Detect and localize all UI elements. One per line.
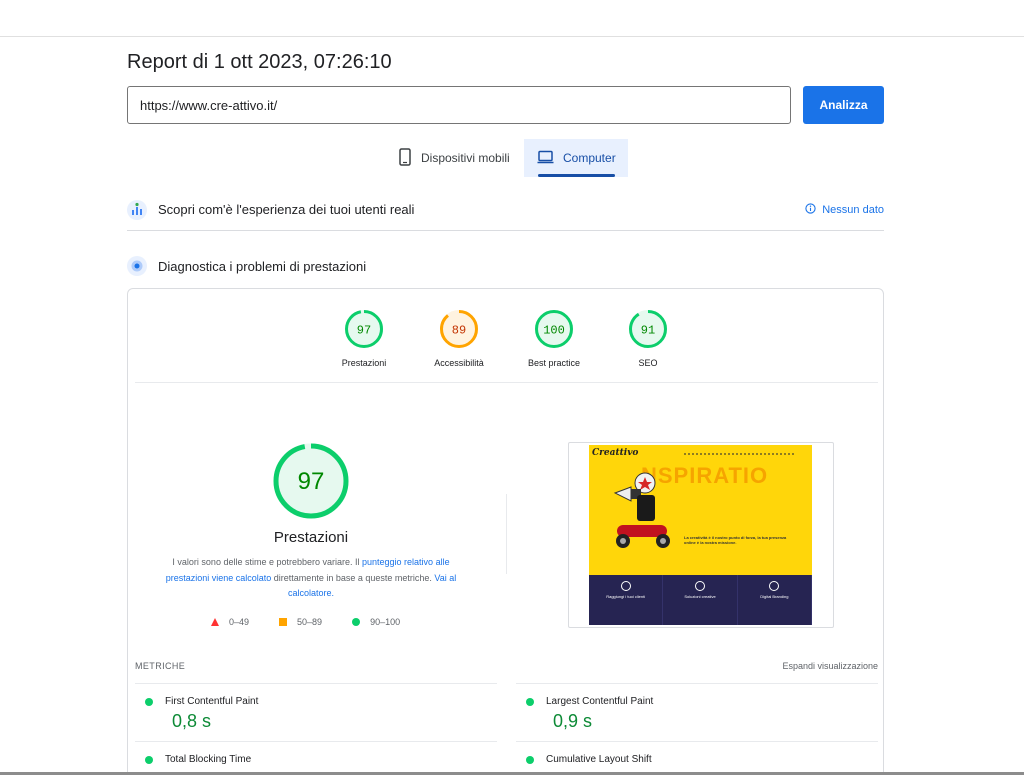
screenshot-feature-title: Raggiungi i tuoi clienti [606, 594, 646, 599]
svg-text:91: 91 [641, 324, 655, 338]
metric-value: 0,8 s [172, 711, 212, 731]
legend-fail: 0–49 [211, 617, 249, 627]
crux-section-header[interactable]: Scopri com'è l'esperienza dei tuoi utent… [127, 189, 884, 231]
screenshot-feature: Digital Branding [738, 575, 812, 625]
gauge-ring: 97 [345, 310, 383, 348]
screenshot-hero-illustration [613, 472, 670, 548]
laptop-icon [537, 150, 554, 167]
screenshot-nav-links [684, 453, 794, 455]
legend-fail-range: 0–49 [229, 617, 250, 627]
score-label-seo: SEO [638, 358, 658, 368]
screenshot-nav: Creattivo [589, 445, 812, 463]
top-bar [0, 0, 1024, 37]
metrics-header: METRICHE Espandi visualizzazione [135, 661, 878, 671]
vertical-divider [506, 494, 507, 574]
screenshot-tagline: La creatività è il nostro punto di forza… [684, 535, 787, 545]
score-label-best-practices: Best practice [527, 358, 581, 368]
lightbulb-icon [694, 581, 705, 591]
megaphone-icon [620, 581, 631, 591]
svg-text:97: 97 [357, 324, 371, 338]
no-data-label: Nessun dato [822, 203, 884, 216]
metric-name: Cumulative Layout Shift [546, 754, 652, 765]
score-gauge-best-practices[interactable]: 100 Best practice [504, 309, 604, 368]
screenshot-feature-title: Soluzioni creative [684, 594, 716, 599]
tab-desktop[interactable]: Computer [524, 139, 628, 177]
metric-lcp: Largest Contentful Paint 0,9 s [516, 683, 878, 741]
tab-desktop-label: Computer [563, 151, 616, 165]
pass-circle-icon [145, 755, 153, 764]
performance-explanation: I valori sono delle stime e potrebbero v… [151, 555, 471, 602]
no-data-link[interactable]: Nessun dato [805, 202, 884, 217]
info-icon [805, 202, 816, 217]
score-gauge-seo[interactable]: 91 SEO [598, 309, 698, 368]
legend-average: 50–89 [279, 617, 322, 627]
metric-name: Total Blocking Time [165, 754, 252, 765]
screenshot-feature-title: Digital Branding [760, 594, 789, 599]
gauge-ring: 91 [629, 310, 667, 348]
performance-big-gauge: 97 [273, 443, 349, 519]
score-gauge-accessibility[interactable]: 89 Accessibilità [409, 309, 509, 368]
diagnostics-title: Diagnostica i problemi di prestazioni [158, 258, 367, 274]
score-label-accessibility: Accessibilità [434, 358, 484, 368]
metric-fcp: First Contentful Paint 0,8 s [135, 683, 497, 741]
users-chart-icon [127, 199, 147, 220]
pass-circle-icon [526, 755, 534, 764]
square-icon [279, 618, 288, 626]
circle-icon [352, 618, 361, 626]
divider [135, 382, 878, 383]
crux-title: Scopri com'è l'esperienza dei tuoi utent… [158, 202, 415, 217]
metric-cls: Cumulative Layout Shift [516, 741, 878, 775]
score-gauge-performance[interactable]: 97 Prestazioni [314, 309, 414, 368]
explain-text-1: I valori sono delle stime e potrebbero v… [172, 557, 363, 567]
analyze-button[interactable]: Analizza [803, 86, 884, 124]
score-legend: 0–49 50–89 90–100 [211, 617, 400, 627]
tab-mobile[interactable]: Dispositivi mobili [389, 139, 519, 177]
screenshot-feature: Soluzioni creative [663, 575, 738, 625]
report-title: Report di 1 ott 2023, 07:26:10 [127, 51, 392, 73]
performance-score-value: 97 [298, 468, 325, 495]
screenshot-logo: Creattivo [592, 448, 639, 458]
metric-tbt: Total Blocking Time [135, 741, 497, 775]
performance-title: Prestazioni [273, 529, 349, 546]
final-screenshot: Creattivo NSPIRATIO La creatività è il n… [568, 442, 834, 628]
lab-flask-icon [127, 256, 147, 276]
screenshot-image: Creattivo NSPIRATIO La creatività è il n… [589, 445, 812, 625]
pass-circle-icon [145, 697, 153, 706]
smartphone-icon [398, 147, 412, 169]
pass-circle-icon [526, 697, 534, 706]
legend-pass-range: 90–100 [370, 617, 401, 627]
gauge-ring: 89 [440, 310, 478, 348]
diagnostics-section-header[interactable]: Diagnostica i problemi di prestazioni [127, 248, 884, 284]
explain-text-2: direttamente in base a queste metriche. [271, 572, 435, 583]
screenshot-feature: Raggiungi i tuoi clienti [589, 575, 664, 625]
expand-view-toggle[interactable]: Espandi visualizzazione [782, 661, 878, 671]
lighthouse-report-card: 97 Prestazioni 89 Accessibilità 100 Best… [127, 288, 884, 775]
metric-name: Largest Contentful Paint [546, 696, 654, 707]
screenshot-features: Raggiungi i tuoi clienti Soluzioni creat… [589, 575, 812, 625]
metrics-heading: METRICHE [135, 661, 186, 671]
legend-average-range: 50–89 [297, 617, 323, 627]
tab-mobile-label: Dispositivi mobili [421, 151, 510, 165]
gauge-ring: 100 [535, 310, 573, 348]
legend-pass: 90–100 [352, 617, 400, 627]
url-input[interactable] [127, 86, 791, 124]
score-label-performance: Prestazioni [341, 358, 387, 368]
svg-text:100: 100 [543, 324, 565, 338]
svg-text:89: 89 [452, 324, 466, 338]
puzzle-icon [769, 581, 780, 591]
metric-value: 0,9 s [553, 711, 593, 731]
metric-name: First Contentful Paint [165, 696, 259, 707]
triangle-icon [211, 618, 219, 626]
